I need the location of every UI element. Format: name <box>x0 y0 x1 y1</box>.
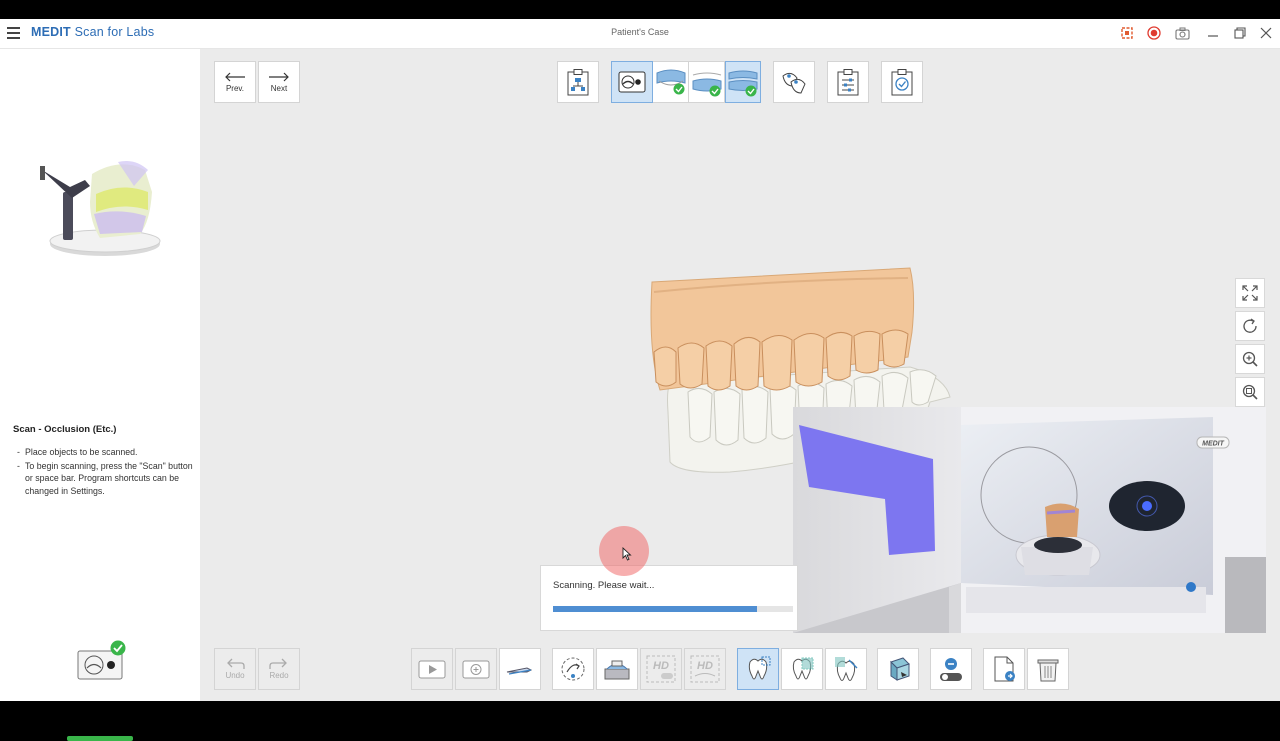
check-icon <box>110 640 126 661</box>
redo-icon <box>269 658 287 669</box>
progress-message: Scanning. Please wait... <box>553 580 655 591</box>
hamburger-menu-icon[interactable] <box>7 27 20 39</box>
app-brand: MEDIT <box>31 25 71 39</box>
letterbox-bottom <box>0 701 1280 720</box>
minimize-icon[interactable] <box>1204 24 1222 42</box>
scanner-illustration <box>30 152 170 277</box>
record-icon[interactable] <box>1145 24 1163 42</box>
undo-icon <box>227 658 245 669</box>
redo-label: Redo <box>269 671 289 680</box>
next-button[interactable]: Next <box>258 61 300 103</box>
scanner-icon <box>618 71 646 93</box>
data-trim-button[interactable] <box>877 648 919 690</box>
mouse-cursor-icon <box>622 546 632 566</box>
rotate-icon <box>1243 318 1257 333</box>
prev-button-label: Prev. <box>225 83 245 93</box>
camera-icon[interactable] <box>1173 24 1191 42</box>
lock-area-button[interactable] <box>499 648 541 690</box>
settings-sliders-icon <box>837 69 859 96</box>
step-complete[interactable] <box>881 61 923 103</box>
step-mandible[interactable] <box>689 61 725 103</box>
step-occlusion[interactable] <box>725 61 761 103</box>
rotation-path-icon <box>561 657 585 681</box>
crop-cube-icon <box>890 657 910 681</box>
mandible-done-icon <box>692 72 721 97</box>
app-product-name: Scan for Labs <box>74 25 155 39</box>
delete-button[interactable] <box>1027 648 1069 690</box>
progress-bar-fill <box>553 606 757 612</box>
arrow-left-icon <box>225 72 245 81</box>
tooth-trim-button[interactable] <box>825 648 867 690</box>
hd-model-button[interactable]: HD <box>684 648 726 690</box>
zoom-area-button[interactable] <box>1235 377 1265 407</box>
filter-off-icon <box>940 658 962 681</box>
rotation-button[interactable] <box>552 648 594 690</box>
step-scanner[interactable] <box>611 61 653 103</box>
hd-model-icon: HD <box>690 655 720 683</box>
file-export-icon <box>994 656 1015 682</box>
title-bar: MEDIT Scan for Labs Patient's Case <box>0 19 1280 49</box>
start-scan-button[interactable] <box>411 648 453 690</box>
trim-tool-icon <box>506 667 533 675</box>
progress-bar <box>553 606 793 612</box>
scanner-camera-overlay: MEDIT <box>793 407 1266 633</box>
window-title: Patient's Case <box>611 27 669 37</box>
instruction-item: Place objects to be scanned. <box>13 446 193 459</box>
tooth-trim-icon <box>835 657 858 681</box>
reset-view-button[interactable] <box>1235 311 1265 341</box>
svg-text:HD: HD <box>697 660 713 672</box>
trash-icon <box>1037 659 1059 682</box>
add-scan-button[interactable] <box>455 648 497 690</box>
step-settings[interactable] <box>827 61 869 103</box>
maxilla-done-icon <box>656 69 685 95</box>
prev-button[interactable]: Prev. <box>214 61 256 103</box>
occlusion-done-icon <box>728 70 758 97</box>
instruction-item: To begin scanning, press the "Scan" butt… <box>13 460 193 498</box>
tooth-selection-icon <box>792 657 814 680</box>
filter-toggle-button[interactable] <box>930 648 972 690</box>
scan-step-title: Scan - Occlusion (Etc.) <box>13 424 117 435</box>
sidebar: Scan - Occlusion (Etc.) Place objects to… <box>0 49 200 741</box>
capture-region-icon[interactable] <box>1118 24 1136 42</box>
step-form[interactable] <box>557 61 599 103</box>
next-button-label: Next <box>270 83 288 93</box>
play-scan-icon <box>418 660 446 679</box>
expand-icon <box>1242 285 1258 301</box>
scanning-progress-dialog: Scanning. Please wait... <box>540 565 798 631</box>
export-button[interactable] <box>983 648 1025 690</box>
zoom-area-icon <box>1242 384 1258 400</box>
close-icon[interactable] <box>1257 24 1275 42</box>
letterbox-top <box>0 0 1280 19</box>
complete-check-icon <box>891 69 913 96</box>
restore-icon[interactable] <box>1231 24 1249 42</box>
undo-button[interactable]: Undo <box>214 648 256 690</box>
tooth-scan-button[interactable] <box>737 648 779 690</box>
zoom-in-button[interactable] <box>1235 344 1265 374</box>
hd-scan-button[interactable]: HD <box>640 648 682 690</box>
tooth-icon <box>748 656 771 680</box>
scanner-connection-bar <box>67 736 133 741</box>
tooth-select-button[interactable] <box>781 648 823 690</box>
scan-plus-icon <box>462 660 490 679</box>
hd-off-icon: HD <box>646 655 676 683</box>
alignment-icon <box>782 72 806 94</box>
scan-instructions: Place objects to be scanned. To begin sc… <box>13 446 193 498</box>
form-icon <box>567 69 589 96</box>
model-tray-icon <box>604 660 630 680</box>
scan-strategy-button[interactable] <box>596 648 638 690</box>
zoom-in-icon <box>1242 351 1258 367</box>
redo-button[interactable]: Redo <box>258 648 300 690</box>
step-maxilla[interactable] <box>653 61 689 103</box>
app-title: MEDIT Scan for Labs <box>31 25 154 39</box>
svg-text:HD: HD <box>653 660 669 672</box>
fit-screen-button[interactable] <box>1235 278 1265 308</box>
arrow-right-icon <box>269 72 289 81</box>
step-alignment[interactable] <box>773 61 815 103</box>
scanner-brand-label: MEDIT <box>1202 441 1225 448</box>
undo-label: Undo <box>225 671 245 680</box>
